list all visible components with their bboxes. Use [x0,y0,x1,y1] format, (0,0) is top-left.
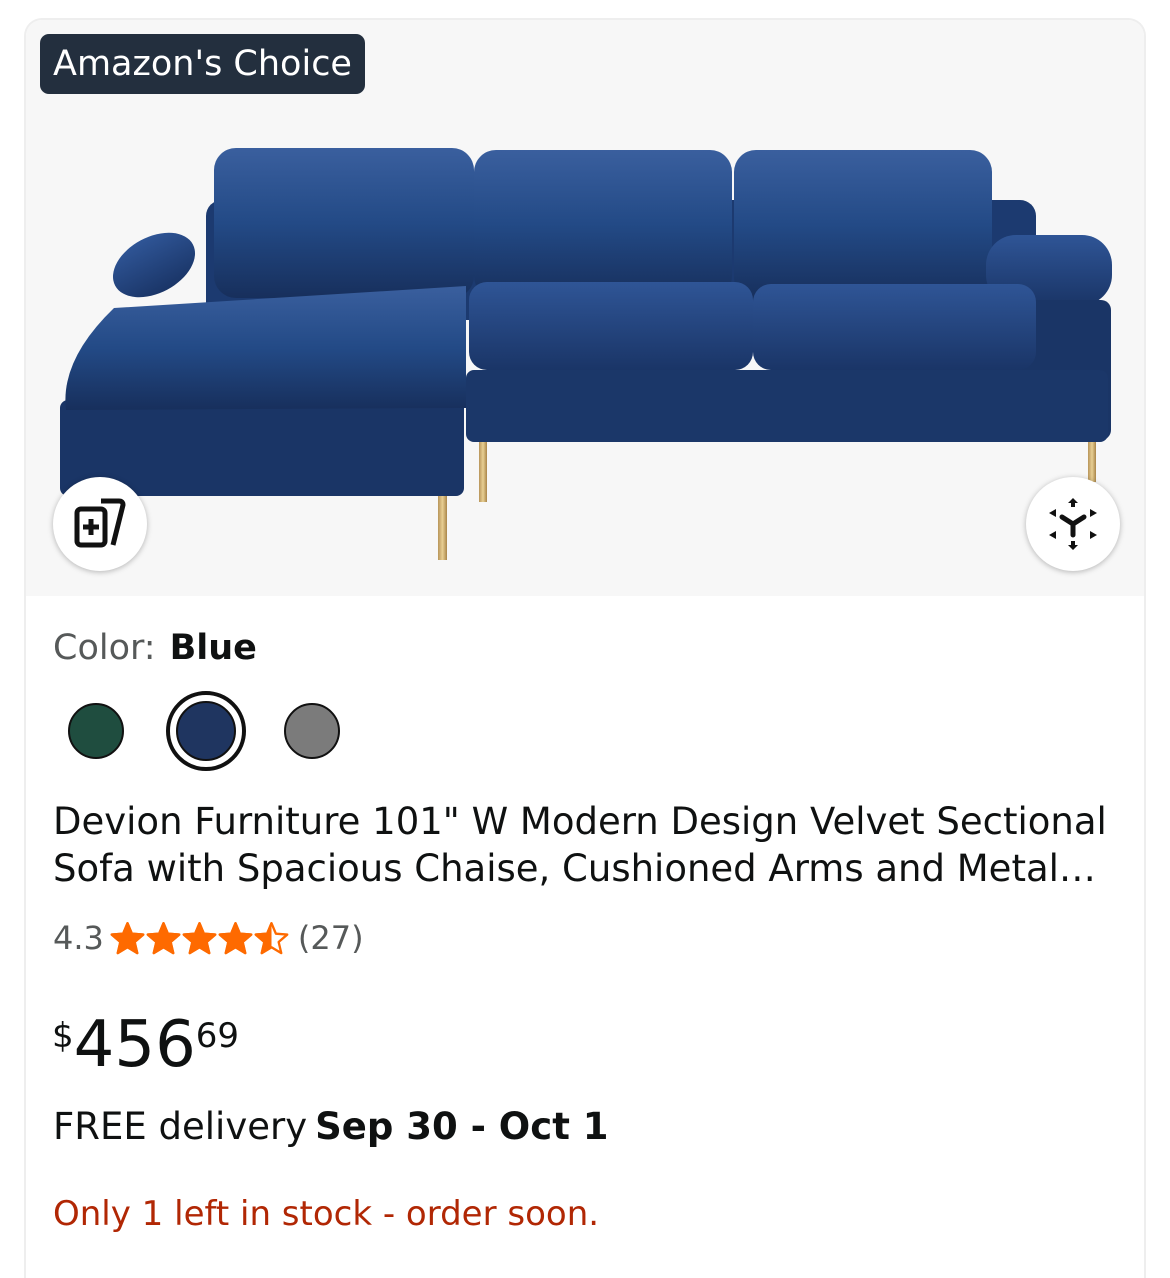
product-image-area[interactable]: Amazon's Choice [26,20,1146,596]
product-card[interactable]: Amazon's Choice Color: Blue Devion Furni… [24,18,1146,1278]
price-fraction: 69 [195,1016,240,1056]
star-icon [110,921,145,954]
color-selector-label: Color: Blue [53,626,257,670]
compare-button[interactable] [53,477,147,571]
color-swatch-green[interactable] [68,703,124,759]
delivery-label: FREE delivery [53,1105,308,1148]
delivery-info: FREE delivery Sep 30 - Oct 1 [53,1102,609,1152]
color-swatch-blue[interactable] [176,701,236,761]
star-icon [218,921,253,954]
star-icon [182,921,217,954]
product-image[interactable] [26,20,1146,596]
rating-row[interactable]: 4.3 (27) [53,918,364,958]
product-title[interactable]: Devion Furniture 101" W Modern Design Ve… [53,798,1123,892]
view-in-3d-icon [1049,498,1097,550]
star-icon [254,921,289,954]
stock-warning: Only 1 left in stock - order soon. [53,1194,600,1234]
delivery-date: Sep 30 - Oct 1 [315,1105,609,1148]
price-whole: 456 [73,1008,196,1082]
compare-icon [74,498,126,548]
star-rating [110,921,290,956]
price-symbol: $ [52,1016,74,1056]
rating-count[interactable]: (27) [298,919,364,957]
star-icon [146,921,181,954]
color-label: Color: [53,628,156,668]
amazons-choice-badge: Amazon's Choice [40,34,365,94]
rating-value: 4.3 [53,919,104,957]
selected-color-value: Blue [169,628,257,668]
price: $45669 [52,1010,239,1080]
color-swatch-gray[interactable] [284,703,340,759]
view-in-3d-button[interactable] [1026,477,1120,571]
